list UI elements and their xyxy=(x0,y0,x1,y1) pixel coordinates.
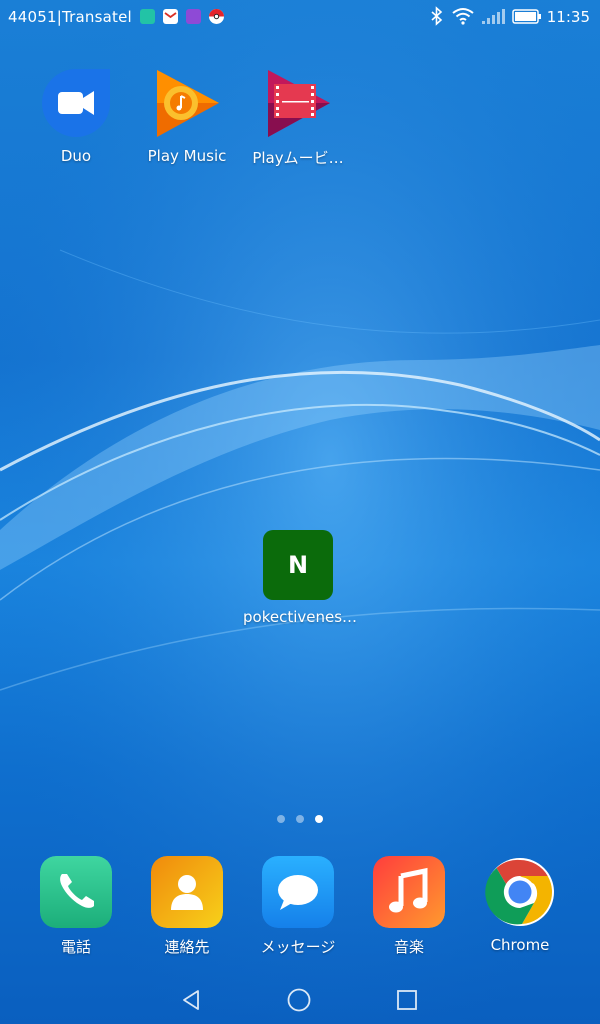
carrier-name: 44051|Transatel xyxy=(8,8,132,26)
battery-icon xyxy=(512,9,541,24)
navigation-bar xyxy=(0,976,600,1024)
duo-icon xyxy=(42,69,110,137)
clock: 11:35 xyxy=(546,8,590,26)
app-label: Playムービ… xyxy=(252,149,344,167)
n-app-icon: N xyxy=(263,530,333,600)
gallery-icon xyxy=(186,9,201,24)
app-pokectiveness[interactable]: N pokectivenes… xyxy=(243,530,358,626)
app-play-music[interactable]: Play Music xyxy=(132,67,242,165)
home-icon[interactable] xyxy=(286,987,312,1013)
status-bar: 44051|Transatel 11:35 xyxy=(0,0,600,34)
dock-app-chrome[interactable]: Chrome xyxy=(465,856,575,954)
app-label: Chrome xyxy=(490,936,550,954)
app-play-movies[interactable]: Playムービ… xyxy=(243,67,353,168)
phone-icon xyxy=(40,856,112,928)
app-label: Play Music xyxy=(147,147,227,165)
page-indicator xyxy=(0,815,600,825)
page-dot[interactable] xyxy=(296,815,304,823)
chrome-icon xyxy=(485,858,554,926)
app-label: メッセージ xyxy=(260,938,336,956)
recents-icon[interactable] xyxy=(396,989,418,1011)
bluetooth-icon xyxy=(431,6,443,26)
dock-app-messages[interactable]: メッセージ xyxy=(243,856,353,957)
signal-icon xyxy=(482,9,505,24)
dock-app-phone[interactable]: 電話 xyxy=(21,856,131,957)
back-icon[interactable] xyxy=(180,988,204,1012)
dock-app-contacts[interactable]: 連絡先 xyxy=(132,856,242,957)
app-duo[interactable]: Duo xyxy=(21,67,131,165)
app-label: pokectivenes… xyxy=(243,608,358,626)
contacts-icon xyxy=(151,856,223,928)
page-dot[interactable] xyxy=(277,815,285,823)
dock-app-music[interactable]: 音楽 xyxy=(354,856,464,957)
messages-icon xyxy=(262,856,334,928)
music-icon xyxy=(373,856,445,928)
play-music-icon xyxy=(157,70,219,137)
gmail-icon xyxy=(163,9,178,24)
home-screen: 44051|Transatel 11:35 Duo Play Music Pla… xyxy=(0,0,600,1024)
app-label: 連絡先 xyxy=(164,938,210,956)
app-label: 電話 xyxy=(60,938,91,956)
page-dot-active[interactable] xyxy=(315,815,323,823)
wifi-icon xyxy=(452,8,474,25)
play-movies-icon xyxy=(268,70,330,137)
chat-notification-icon xyxy=(140,9,155,24)
app-label: Duo xyxy=(60,147,92,165)
pokeball-icon xyxy=(209,9,224,24)
app-label: 音楽 xyxy=(393,938,424,956)
